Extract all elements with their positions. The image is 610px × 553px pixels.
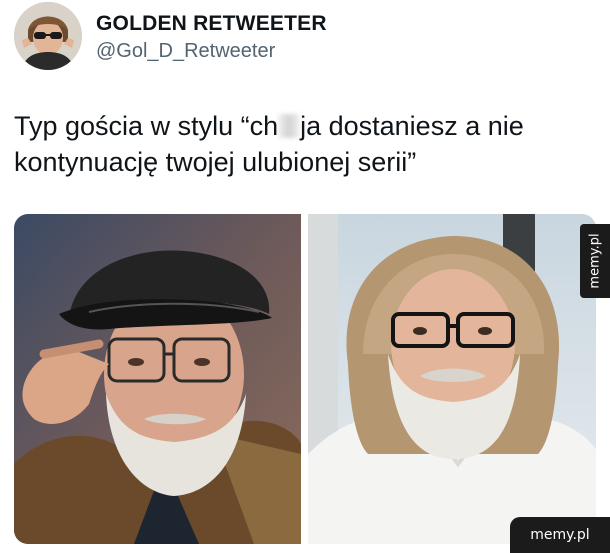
watermark-side-text: memy.pl — [587, 233, 603, 289]
photo-left[interactable] — [14, 214, 301, 544]
man-cap-glasses-photo — [14, 214, 301, 544]
tweet-text-before: Typ gościa w stylu “ch — [14, 111, 279, 141]
avatar-portrait-icon — [14, 2, 82, 70]
photo-right[interactable] — [308, 214, 596, 544]
censor-blur — [278, 114, 301, 138]
avatar[interactable] — [14, 2, 82, 70]
watermark-side[interactable]: memy.pl — [580, 224, 610, 298]
tweet-header: GOLDEN RETWEETER @Gol_D_Retweeter — [14, 2, 574, 70]
watermark-corner[interactable]: memy.pl — [510, 517, 610, 553]
user-handle[interactable]: @Gol_D_Retweeter — [96, 40, 275, 63]
man-beard-glasses-photo — [308, 214, 596, 544]
tweet-text: Typ gościa w stylu “ch ja dostaniesz a ni… — [14, 108, 584, 180]
display-name[interactable]: GOLDEN RETWEETER — [96, 12, 327, 36]
